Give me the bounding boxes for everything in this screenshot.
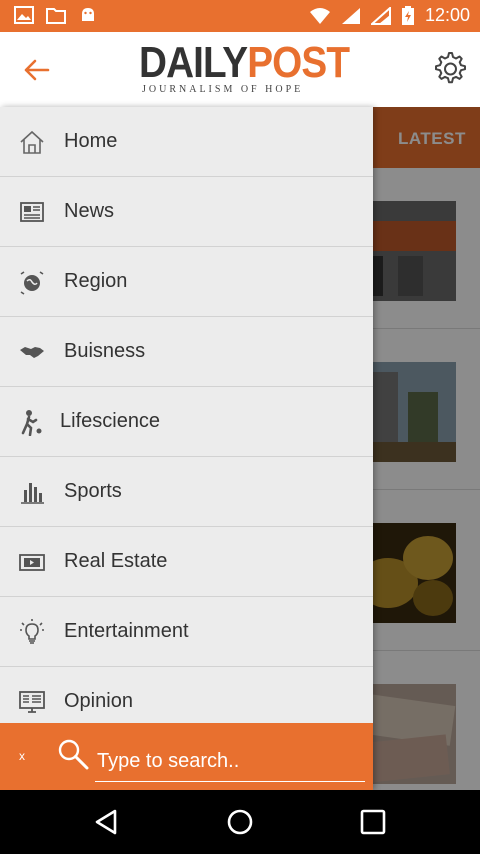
drawer-item-label: Real Estate [64, 550, 168, 572]
nav-home-icon[interactable] [224, 806, 256, 838]
signal-secondary-icon [370, 6, 391, 25]
globe-icon [20, 270, 44, 295]
bar-chart-icon [21, 482, 44, 504]
drawer-item-lifescience[interactable]: Lifescience [0, 387, 373, 457]
drawer-item-region[interactable]: Region [0, 247, 373, 317]
drawer-item-label: News [64, 200, 115, 222]
battery-icon [401, 5, 414, 25]
folder-icon [46, 8, 66, 24]
status-bar: 12:00 [0, 0, 480, 32]
drawer-item-label: Buisness [64, 340, 146, 362]
home-icon [20, 130, 44, 154]
handshake-icon [20, 346, 44, 358]
nav-recents-icon[interactable] [357, 806, 389, 838]
lightbulb-icon [20, 618, 44, 644]
close-search-button[interactable]: x [19, 749, 25, 763]
android-icon [82, 8, 94, 21]
video-icon [19, 553, 45, 571]
drawer-item-label: Home [64, 130, 118, 152]
drawer-item-label: Region [64, 270, 128, 292]
logo-primary-text: DAILY [139, 38, 248, 87]
nav-back-icon[interactable] [91, 806, 123, 838]
navigation-drawer: Home News Region Buisness Lifescience Sp… [0, 107, 373, 790]
system-nav-bar [0, 790, 480, 854]
gear-icon[interactable] [430, 50, 468, 88]
back-arrow-icon[interactable] [20, 54, 52, 86]
search-bar: x [0, 723, 373, 790]
drawer-item-news[interactable]: News [0, 177, 373, 247]
signal-icon [341, 7, 360, 24]
drawer-item-label: Lifescience [60, 410, 161, 432]
drawer-item-home[interactable]: Home [0, 107, 373, 177]
monitor-icon [19, 690, 45, 713]
drawer-item-real-estate[interactable]: Real Estate [0, 527, 373, 597]
drawer-item-label: Sports [64, 480, 122, 502]
drawer-item-label: Opinion [64, 690, 133, 712]
app-bar: DAILYPOST JOURNALISM OF HOPE [0, 32, 480, 107]
search-icon[interactable] [56, 737, 90, 771]
drawer-item-business[interactable]: Buisness [0, 317, 373, 387]
drawer-item-entertainment[interactable]: Entertainment [0, 597, 373, 667]
wifi-icon [309, 7, 330, 24]
drawer-item-sports[interactable]: Sports [0, 457, 373, 527]
search-input[interactable] [95, 741, 365, 782]
newspaper-icon [20, 201, 44, 222]
image-icon [14, 6, 34, 24]
drawer-item-label: Entertainment [64, 620, 189, 642]
clock: 12:00 [424, 5, 470, 25]
logo-accent-text: POST [247, 38, 350, 87]
running-person-icon [21, 409, 42, 436]
app-logo: DAILYPOST JOURNALISM OF HOPE [139, 38, 350, 104]
